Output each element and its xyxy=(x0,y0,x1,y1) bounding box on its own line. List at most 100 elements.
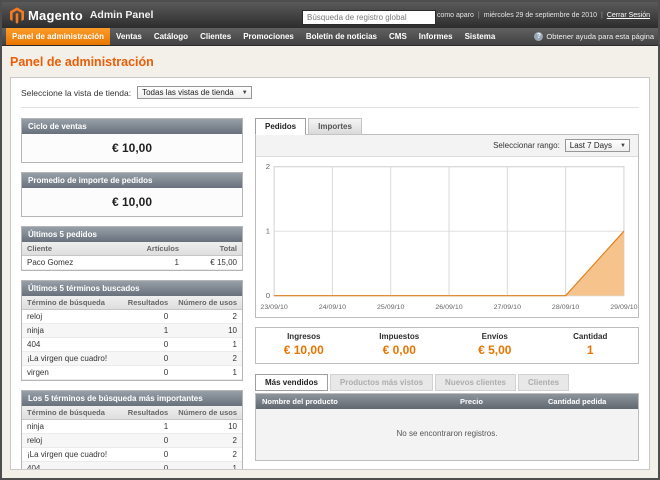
column-header: Resultados xyxy=(123,406,173,420)
tab-nuevos-clientes: Nuevos clientes xyxy=(435,374,516,391)
lifetime-sales-value: € 10,00 xyxy=(22,134,242,162)
column-header: Cliente xyxy=(22,242,141,256)
range-select[interactable]: Last 7 Days ▼ xyxy=(565,139,630,152)
column-header: Cantidad pedida xyxy=(542,394,638,409)
column-header: Número de usos xyxy=(173,296,242,310)
table-header-row: Término de búsquedaResultadosNúmero de u… xyxy=(22,296,242,310)
help-icon: ? xyxy=(534,32,543,41)
tab-m-s-vendidos[interactable]: Más vendidos xyxy=(255,374,328,391)
table-row[interactable]: reloj02 xyxy=(22,310,242,324)
panel-title: Ciclo de ventas xyxy=(22,119,242,134)
store-view-select[interactable]: Todas las vistas de tienda ▼ xyxy=(137,86,252,99)
table-header-row: ClienteArtículosTotal xyxy=(22,242,242,256)
top-search-table: Término de búsquedaResultadosNúmero de u… xyxy=(22,406,242,470)
column-header: Precio xyxy=(454,394,542,409)
store-view-row: Seleccione la vista de tienda: Todas las… xyxy=(21,86,639,108)
table-header-row: Término de búsquedaResultadosNúmero de u… xyxy=(22,406,242,420)
current-date: miércoles 29 de septiembre de 2010 xyxy=(484,12,597,19)
total-value: € 10,00 xyxy=(256,343,352,357)
last-5-orders-panel: Últimos 5 pedidos ClienteArtículosTotal … xyxy=(21,226,243,271)
last-search-table: Término de búsquedaResultadosNúmero de u… xyxy=(22,296,242,380)
total-label: Cantidad xyxy=(543,332,639,341)
table-header-row: Nombre del productoPrecioCantidad pedida xyxy=(256,394,638,409)
range-label: Seleccionar rango: xyxy=(493,141,560,150)
nav-item-sistema[interactable]: Sistema xyxy=(459,28,502,45)
page-content: Panel de administración Seleccione la vi… xyxy=(2,46,658,478)
table-row[interactable]: virgen01 xyxy=(22,366,242,380)
svg-text:23/09/10: 23/09/10 xyxy=(260,304,288,311)
total-label: Impuestos xyxy=(352,332,448,341)
logo-subtitle: Admin Panel xyxy=(90,9,154,21)
diagram-tabs: PedidosImportes xyxy=(255,118,639,134)
tab-clientes: Clientes xyxy=(518,374,569,391)
svg-text:27/09/10: 27/09/10 xyxy=(494,304,522,311)
grid-tabs: Más vendidosProductos más vistosNuevos c… xyxy=(255,374,639,393)
page-help-link[interactable]: ? Obtener ayuda para esta página xyxy=(534,28,654,45)
svg-text:24/09/10: 24/09/10 xyxy=(319,304,347,311)
lifetime-sales-panel: Ciclo de ventas € 10,00 xyxy=(21,118,243,163)
total-value: € 5,00 xyxy=(447,343,543,357)
range-row: Seleccionar rango: Last 7 Days ▼ xyxy=(256,135,638,157)
table-row[interactable]: ninja110 xyxy=(22,324,242,338)
table-row[interactable]: ¡La virgen que cuadro!02 xyxy=(22,448,242,462)
dashboard-columns: Ciclo de ventas € 10,00 Promedio de impo… xyxy=(21,118,639,470)
total-ingresos: Ingresos € 10,00 xyxy=(256,328,352,363)
table-row[interactable]: reloj02 xyxy=(22,434,242,448)
nav-items: Panel de administraciónVentasCatálogoCli… xyxy=(6,28,501,45)
table-row[interactable]: 40401 xyxy=(22,338,242,352)
column-header: Artículos xyxy=(141,242,184,256)
global-search xyxy=(302,7,436,25)
magento-logo-icon xyxy=(10,7,24,24)
column-header: Término de búsqueda xyxy=(22,406,123,420)
table-row[interactable]: ninja110 xyxy=(22,420,242,434)
help-label: Obtener ayuda para esta página xyxy=(546,32,654,41)
svg-text:2: 2 xyxy=(266,162,270,171)
panel-title: Últimos 5 términos buscados xyxy=(22,281,242,296)
total-value: € 0,00 xyxy=(352,343,448,357)
empty-message: No se encontraron registros. xyxy=(256,409,638,460)
store-view-label: Seleccione la vista de tienda: xyxy=(21,88,131,98)
orders-area-chart: 01223/09/1024/09/1025/09/1026/09/1027/09… xyxy=(256,157,638,317)
tab-pedidos[interactable]: Pedidos xyxy=(255,118,306,135)
column-header: Resultados xyxy=(123,296,173,310)
column-header: Total xyxy=(184,242,242,256)
average-orders-value: € 10,00 xyxy=(22,188,242,216)
left-column: Ciclo de ventas € 10,00 Promedio de impo… xyxy=(21,118,243,470)
table-row[interactable]: ¡La virgen que cuadro!02 xyxy=(22,352,242,366)
empty-row: No se encontraron registros. xyxy=(256,409,638,460)
total-value: 1 xyxy=(543,343,639,357)
products-grid-box: Nombre del productoPrecioCantidad pedida… xyxy=(255,393,639,461)
nav-item-promociones[interactable]: Promociones xyxy=(237,28,300,45)
column-header: Término de búsqueda xyxy=(22,296,123,310)
nav-item-cms[interactable]: CMS xyxy=(383,28,413,45)
total-label: Ingresos xyxy=(256,332,352,341)
magento-logo: Magento Admin Panel xyxy=(10,7,153,24)
global-search-input[interactable] xyxy=(302,10,436,25)
user-info: Accedió como aparo | miércoles 29 de sep… xyxy=(410,12,650,19)
column-header: Nombre del producto xyxy=(256,394,454,409)
chevron-down-icon: ▼ xyxy=(620,143,626,149)
panel-title: Últimos 5 pedidos xyxy=(22,227,242,242)
logout-link[interactable]: Cerrar Sesión xyxy=(607,12,650,19)
svg-text:1: 1 xyxy=(266,227,270,236)
nav-item-clientes[interactable]: Clientes xyxy=(194,28,237,45)
table-row[interactable]: 40401 xyxy=(22,462,242,471)
nav-item-ventas[interactable]: Ventas xyxy=(110,28,148,45)
svg-text:29/09/10: 29/09/10 xyxy=(610,304,638,311)
nav-item-informes[interactable]: Informes xyxy=(413,28,459,45)
nav-item-panel-de-administraci-n[interactable]: Panel de administración xyxy=(6,28,110,45)
total-label: Envíos xyxy=(447,332,543,341)
last-5-search-terms-panel: Últimos 5 términos buscados Término de b… xyxy=(21,280,243,381)
tab-importes[interactable]: Importes xyxy=(308,118,362,135)
top-5-search-terms-panel: Los 5 términos de búsqueda más important… xyxy=(21,390,243,470)
nav-item-bolet-n-de-noticias[interactable]: Boletín de noticias xyxy=(300,28,383,45)
right-column: PedidosImportes Seleccionar rango: Last … xyxy=(255,118,639,470)
nav-item-cat-logo[interactable]: Catálogo xyxy=(148,28,194,45)
totals-bar: Ingresos € 10,00Impuestos € 0,00 Envíos € 5,… xyxy=(255,327,639,364)
store-view-value: Todas las vistas de tienda xyxy=(142,88,234,97)
table-row[interactable]: Paco Gomez1€ 15,00 xyxy=(22,256,242,270)
last-orders-table: ClienteArtículosTotal Paco Gomez1€ 15,00 xyxy=(22,242,242,270)
svg-text:26/09/10: 26/09/10 xyxy=(435,304,463,311)
main-nav: Panel de administraciónVentasCatálogoCli… xyxy=(2,28,658,46)
page-title: Panel de administración xyxy=(10,55,650,69)
